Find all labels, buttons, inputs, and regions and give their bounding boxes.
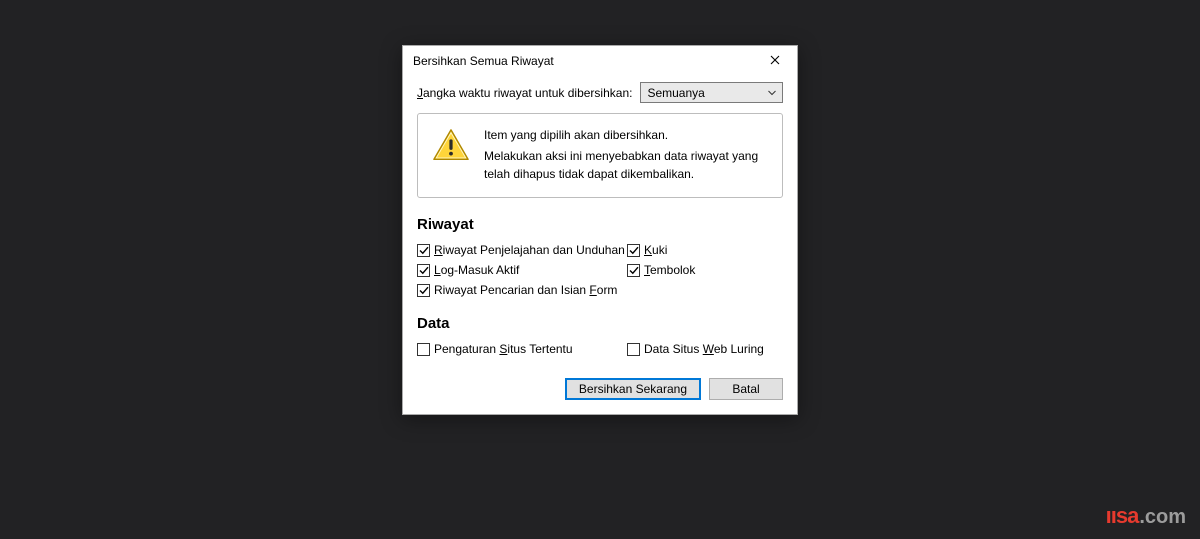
- checkbox-icon: [417, 244, 430, 257]
- check-label: Riwayat Pencarian dan Isian Form: [434, 283, 617, 297]
- dialog-title: Bersihkan Semua Riwayat: [413, 54, 755, 68]
- warning-line2: Melakukan aksi ini menyebabkan data riwa…: [484, 147, 768, 183]
- warning-box: Item yang dipilih akan dibersihkan. Mela…: [417, 113, 783, 198]
- check-browsing-history[interactable]: Riwayat Penjelajahan dan Unduhan: [417, 243, 627, 257]
- watermark: ıısa.com: [1106, 503, 1186, 529]
- checkbox-icon: [627, 343, 640, 356]
- time-range-label: Jangka waktu riwayat untuk dibersihkan:: [417, 86, 632, 100]
- checkbox-icon: [417, 343, 430, 356]
- button-row: Bersihkan Sekarang Batal: [417, 378, 783, 400]
- check-site-settings[interactable]: Pengaturan Situs Tertentu: [417, 342, 627, 356]
- titlebar[interactable]: Bersihkan Semua Riwayat: [403, 46, 797, 76]
- dialog-body: Jangka waktu riwayat untuk dibersihkan: …: [403, 76, 797, 414]
- check-label: Pengaturan Situs Tertentu: [434, 342, 573, 356]
- check-active-logins[interactable]: Log-Masuk Aktif: [417, 263, 627, 277]
- section-data-title: Data: [417, 315, 783, 332]
- close-button[interactable]: [755, 47, 795, 75]
- clear-history-dialog: Bersihkan Semua Riwayat Jangka waktu riw…: [402, 45, 798, 415]
- close-icon: [770, 54, 780, 68]
- clear-now-button[interactable]: Bersihkan Sekarang: [565, 378, 701, 400]
- watermark-suffix: .com: [1139, 506, 1186, 529]
- check-cookies[interactable]: Kuki: [627, 243, 783, 257]
- data-checks: Pengaturan Situs Tertentu Data Situs Web…: [417, 342, 783, 356]
- checkbox-icon: [417, 284, 430, 297]
- check-form-history[interactable]: Riwayat Pencarian dan Isian Form: [417, 283, 627, 297]
- check-label: Data Situs Web Luring: [644, 342, 764, 356]
- check-label: Log-Masuk Aktif: [434, 263, 519, 277]
- checkbox-icon: [627, 244, 640, 257]
- checkbox-icon: [627, 264, 640, 277]
- warning-line1: Item yang dipilih akan dibersihkan.: [484, 126, 768, 144]
- check-label: Riwayat Penjelajahan dan Unduhan: [434, 243, 625, 257]
- checkbox-icon: [417, 264, 430, 277]
- section-history-title: Riwayat: [417, 216, 783, 233]
- cancel-button[interactable]: Batal: [709, 378, 783, 400]
- chevron-down-icon: [768, 90, 776, 95]
- check-cache[interactable]: Tembolok: [627, 263, 783, 277]
- history-checks: Riwayat Penjelajahan dan Unduhan Kuki Lo…: [417, 243, 783, 297]
- time-range-row: Jangka waktu riwayat untuk dibersihkan: …: [417, 82, 783, 103]
- warning-icon: [432, 128, 470, 165]
- time-range-select[interactable]: Semuanya: [640, 82, 783, 103]
- watermark-brand: ıısa: [1106, 503, 1139, 529]
- time-range-value: Semuanya: [647, 86, 704, 100]
- warning-text: Item yang dipilih akan dibersihkan. Mela…: [484, 126, 768, 183]
- check-offline-data[interactable]: Data Situs Web Luring: [627, 342, 783, 356]
- check-label: Tembolok: [644, 263, 695, 277]
- check-label: Kuki: [644, 243, 667, 257]
